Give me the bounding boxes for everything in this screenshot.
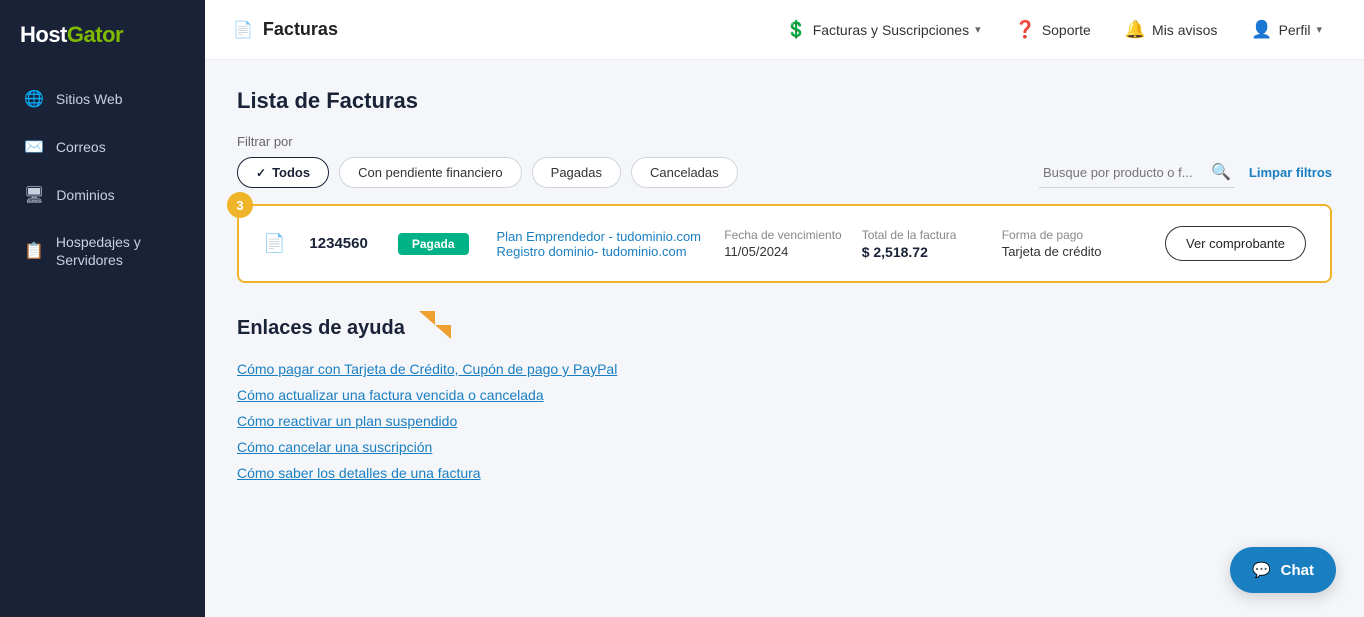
sidebar-item-sitios-web[interactable]: 🌐 Sitios Web bbox=[4, 76, 201, 122]
topnav-facturas-label: Facturas y Suscripciones bbox=[813, 22, 969, 38]
filter-right: 🔍 Limpar filtros bbox=[1039, 157, 1332, 188]
chat-icon: 💬 bbox=[1252, 561, 1271, 579]
help-section: Enlaces de ayuda Cómo pagar con Tarjeta … bbox=[237, 307, 1332, 481]
sidebar-item-correos[interactable]: ✉️ Correos bbox=[4, 124, 201, 170]
search-box[interactable]: 🔍 bbox=[1039, 157, 1235, 188]
user-icon: 👤 bbox=[1251, 20, 1272, 40]
sidebar-item-label: Correos bbox=[56, 139, 106, 155]
filter-pagadas-btn[interactable]: Pagadas bbox=[532, 157, 621, 188]
pago-value: Tarjeta de crédito bbox=[1002, 244, 1142, 259]
filter-section: Filtrar por Todos Con pendiente financie… bbox=[237, 134, 1332, 188]
chevron-down-icon: ▾ bbox=[975, 23, 981, 36]
main-area: 📄 Facturas 💲 Facturas y Suscripciones ▾ … bbox=[205, 0, 1364, 617]
search-icon: 🔍 bbox=[1211, 162, 1231, 182]
chat-label: Chat bbox=[1281, 562, 1314, 579]
sidebar-item-label: Dominios bbox=[56, 187, 114, 203]
filter-bar: Todos Con pendiente financiero Pagadas C… bbox=[237, 157, 1332, 188]
help-link-2[interactable]: Cómo actualizar una factura vencida o ca… bbox=[237, 387, 1332, 403]
sidebar-nav: 🌐 Sitios Web ✉️ Correos 🖥 Dominios 📋 Hos… bbox=[0, 76, 205, 282]
fecha-value: 11/05/2024 bbox=[724, 244, 841, 259]
chevron-down-icon-2: ▾ bbox=[1316, 23, 1322, 36]
topnav-facturas-link[interactable]: 💲 Facturas y Suscripciones ▾ bbox=[772, 12, 995, 48]
dollar-circle-icon: 💲 bbox=[786, 20, 807, 40]
total-label: Total de la factura bbox=[862, 228, 982, 242]
clear-filters-link[interactable]: Limpar filtros bbox=[1249, 165, 1332, 180]
mail-icon: ✉️ bbox=[24, 137, 44, 157]
invoice-total: Total de la factura $ 2,518.72 bbox=[862, 228, 982, 260]
content-area: Lista de Facturas Filtrar por Todos Con … bbox=[205, 60, 1364, 617]
help-link-3[interactable]: Cómo reactivar un plan suspendido bbox=[237, 413, 1332, 429]
invoice-payment: Forma de pago Tarjeta de crédito bbox=[1002, 228, 1142, 259]
invoice-row: 📄 1234560 Pagada Plan Emprendedor - tudo… bbox=[239, 206, 1330, 281]
invoice-description: Plan Emprendedor - tudominio.com Registr… bbox=[497, 229, 702, 259]
question-icon: ❓ bbox=[1015, 20, 1036, 40]
topnav-page-title: Facturas bbox=[263, 19, 338, 40]
invoice-icon: 📄 bbox=[233, 20, 253, 40]
step-badge: 3 bbox=[227, 192, 253, 218]
monitor-icon: 🖥 bbox=[24, 185, 44, 205]
topnav-avisos-link[interactable]: 🔔 Mis avisos bbox=[1111, 12, 1232, 48]
topnav-perfil-link[interactable]: 👤 Perfil ▾ bbox=[1237, 12, 1336, 48]
help-link-1[interactable]: Cómo pagar con Tarjeta de Crédito, Cupón… bbox=[237, 361, 1332, 377]
topnav: 📄 Facturas 💲 Facturas y Suscripciones ▾ … bbox=[205, 0, 1364, 60]
invoice-list-wrapper: 3 📄 1234560 Pagada Plan Emprendedor - tu… bbox=[237, 204, 1332, 283]
invoice-dates: Fecha de vencimiento 11/05/2024 bbox=[724, 228, 841, 259]
topnav-perfil-label: Perfil bbox=[1279, 22, 1311, 38]
status-badge: Pagada bbox=[398, 233, 469, 255]
filter-label: Filtrar por bbox=[237, 134, 1332, 149]
logo: HostGator bbox=[0, 0, 205, 76]
help-icon bbox=[419, 311, 451, 345]
help-link-5[interactable]: Cómo saber los detalles de una factura bbox=[237, 465, 1332, 481]
topnav-avisos-label: Mis avisos bbox=[1152, 22, 1217, 38]
help-title-row: Enlaces de ayuda bbox=[237, 311, 1332, 345]
filter-canceladas-btn[interactable]: Canceladas bbox=[631, 157, 738, 188]
sidebar-item-label: Hospedajes y Servidores bbox=[56, 233, 181, 269]
filter-pendiente-btn[interactable]: Con pendiente financiero bbox=[339, 157, 522, 188]
sidebar-item-label: Sitios Web bbox=[56, 91, 123, 107]
globe-icon: 🌐 bbox=[24, 89, 44, 109]
bell-icon: 🔔 bbox=[1125, 20, 1146, 40]
page-title: Lista de Facturas bbox=[237, 88, 1332, 114]
chat-button[interactable]: 💬 Chat bbox=[1230, 547, 1336, 593]
invoice-line-2[interactable]: Registro dominio- tudominio.com bbox=[497, 244, 702, 259]
help-title: Enlaces de ayuda bbox=[237, 317, 405, 340]
sidebar: HostGator 🌐 Sitios Web ✉️ Correos 🖥 Domi… bbox=[0, 0, 205, 617]
topnav-soporte-label: Soporte bbox=[1042, 22, 1091, 38]
ver-comprobante-button[interactable]: Ver comprobante bbox=[1165, 226, 1306, 261]
invoice-id: 1234560 bbox=[309, 235, 367, 252]
topnav-soporte-link[interactable]: ❓ Soporte bbox=[1001, 12, 1105, 48]
sidebar-item-hospedajes[interactable]: 📋 Hospedajes y Servidores bbox=[4, 220, 201, 282]
sidebar-item-dominios[interactable]: 🖥 Dominios bbox=[4, 172, 201, 218]
total-value: $ 2,518.72 bbox=[862, 244, 982, 260]
help-links: Cómo pagar con Tarjeta de Crédito, Cupón… bbox=[237, 361, 1332, 481]
server-icon: 📋 bbox=[24, 241, 44, 261]
pago-label: Forma de pago bbox=[1002, 228, 1142, 242]
invoice-file-icon: 📄 bbox=[263, 233, 285, 254]
invoice-line-1[interactable]: Plan Emprendedor - tudominio.com bbox=[497, 229, 702, 244]
topnav-links: 💲 Facturas y Suscripciones ▾ ❓ Soporte 🔔… bbox=[378, 12, 1336, 48]
filter-todos-btn[interactable]: Todos bbox=[237, 157, 329, 188]
page-title-header: 📄 Facturas bbox=[233, 19, 338, 40]
search-input[interactable] bbox=[1043, 165, 1203, 180]
fecha-label: Fecha de vencimiento bbox=[724, 228, 841, 242]
help-link-4[interactable]: Cómo cancelar una suscripción bbox=[237, 439, 1332, 455]
